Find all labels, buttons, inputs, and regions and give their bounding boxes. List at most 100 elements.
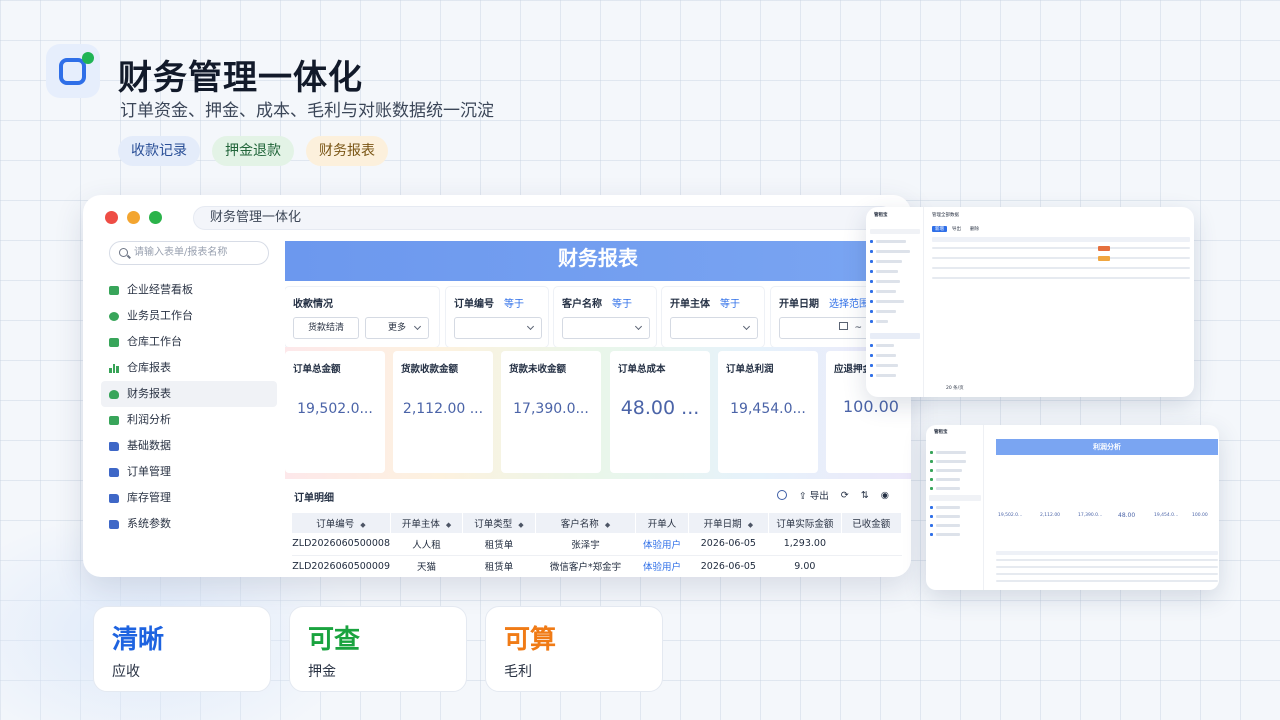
stat-label: 订单总金额 xyxy=(293,364,341,375)
table-cell: ZLD2026060500009 xyxy=(292,555,391,577)
sidebar-search-input[interactable]: 请输入表单/报表名称 xyxy=(109,241,269,265)
stat-value: 19,502.0... xyxy=(297,401,373,417)
table-row[interactable]: ZLD2026060500009 天猫 租赁单 微信客户*郑金宇 体验用户 20… xyxy=(292,555,902,577)
filter-label: 收款情况 xyxy=(293,299,333,310)
filter-customer: 客户名称 等于 xyxy=(554,287,656,347)
sidebar-item-system-params[interactable]: 系统参数 xyxy=(101,511,277,537)
order-detail-panel: 订单明细 ⇪ 导出 ⟳ ⇅ ◉ 订单编号 ◆ 开单主体 ◆ 订单类型 ◆ 客户名称 ◆ … xyxy=(285,483,911,577)
sidebar-item-dashboard[interactable]: 企业经营看板 xyxy=(101,277,277,303)
page-title: 财务管理一体化 xyxy=(118,58,363,98)
main-app-window: 财务管理一体化 请输入表单/报表名称 企业经营看板 业务员工作台 仓库工作台 仓… xyxy=(83,195,911,577)
mini-stat-value: 19,502.0... xyxy=(998,513,1023,518)
mini-add-button[interactable]: 新增 xyxy=(932,226,947,232)
minimize-window-button[interactable] xyxy=(127,211,140,224)
sidebar-item-basic-data[interactable]: 基础数据 xyxy=(101,433,277,459)
column-header[interactable]: 订单实际金额 xyxy=(768,513,842,533)
mini-stat-value: 48.00 xyxy=(1118,512,1136,519)
column-header[interactable]: 客户名称 ◆ xyxy=(535,513,637,533)
truck-icon xyxy=(109,337,119,347)
feature-card-receivable: 清晰 应收 xyxy=(93,606,271,692)
sidebar-item-inventory-management[interactable]: 库存管理 xyxy=(101,485,277,511)
stat-value: 2,112.00 ... xyxy=(402,401,484,417)
tag-payment-records[interactable]: 收款记录 xyxy=(118,136,200,166)
mini-stat-value: 17,390.0... xyxy=(1078,513,1103,518)
stat-card: 货款收款金额 2,112.00 ... xyxy=(393,351,493,473)
card-caption: 应收 xyxy=(112,664,140,680)
sidebar-item-profit-analysis[interactable]: 利润分析 xyxy=(101,407,277,433)
entity-select[interactable] xyxy=(670,317,758,339)
search-icon xyxy=(119,248,128,257)
filter-label: 订单编号 xyxy=(454,299,494,310)
table-cell: 2026-06-05 xyxy=(688,533,769,556)
export-button[interactable]: ⇪ 导出 xyxy=(799,488,829,502)
mini-filter-hint: 管理全部数据 xyxy=(932,213,959,218)
sort-icon[interactable]: ⇅ xyxy=(861,490,869,501)
order-no-select[interactable] xyxy=(454,317,542,339)
page-subtitle: 订单资金、押金、成本、毛利与对账数据统一沉淀 xyxy=(120,101,494,121)
logo-square-icon xyxy=(59,58,86,85)
table-cell: 人人租 xyxy=(390,533,463,556)
mini-brand: 管租宝 xyxy=(934,430,948,435)
tag-deposit-refund[interactable]: 押金退款 xyxy=(212,136,294,166)
sort-icon: ◆ xyxy=(445,521,452,529)
settled-button[interactable]: 货款结清 xyxy=(293,317,359,339)
sort-icon: ◆ xyxy=(360,521,366,529)
table-cell: 天猫 xyxy=(390,555,463,577)
mini-sidebar: 管租宝 xyxy=(926,425,984,590)
refresh-icon[interactable]: ⟳ xyxy=(841,490,849,501)
logo-status-dot xyxy=(82,52,94,64)
sidebar-item-label: 仓库报表 xyxy=(127,361,171,374)
filter-operator[interactable]: 等于 xyxy=(720,299,740,310)
sidebar-item-warehouse-workbench[interactable]: 仓库工作台 xyxy=(101,329,277,355)
sidebar-item-label: 财务报表 xyxy=(127,387,171,400)
stat-value: 17,390.0... xyxy=(513,401,589,417)
column-header[interactable]: 订单类型 ◆ xyxy=(462,513,536,533)
more-select[interactable]: 更多 xyxy=(365,317,429,339)
calendar-icon xyxy=(839,322,849,330)
close-window-button[interactable] xyxy=(105,211,118,224)
stat-card: 订单总利润 19,454.0... xyxy=(718,351,818,473)
column-header[interactable]: 开单人 xyxy=(635,513,689,533)
card-headline: 可查 xyxy=(308,625,361,655)
stats-strip: 订单总金额 19,502.0... 货款收款金额 2,112.00 ... 货款未收… xyxy=(285,347,911,479)
filter-operator[interactable]: 选择范围 xyxy=(829,299,869,310)
column-header[interactable]: 开单日期 ◆ xyxy=(688,513,770,533)
eye-icon[interactable]: ◉ xyxy=(881,490,889,501)
user-icon xyxy=(109,311,119,321)
stat-value: 100.00 xyxy=(843,397,899,416)
sidebar-item-warehouse-report[interactable]: 仓库报表 xyxy=(101,355,277,381)
stat-label: 货款收款金额 xyxy=(401,364,459,375)
stat-value: 19,454.0... xyxy=(730,401,806,417)
detail-title: 订单明细 xyxy=(294,493,334,504)
customer-select[interactable] xyxy=(562,317,650,339)
maximize-window-button[interactable] xyxy=(149,211,162,224)
filter-operator[interactable]: 等于 xyxy=(504,299,524,310)
folder-icon xyxy=(109,493,119,503)
table-cell: 租赁单 xyxy=(462,533,536,556)
tag-financial-report[interactable]: 财务报表 xyxy=(306,136,388,166)
filter-label: 开单日期 xyxy=(779,299,819,310)
chevron-down-icon xyxy=(742,322,751,331)
stat-card: 货款未收金额 17,390.0... xyxy=(501,351,601,473)
sidebar: 请输入表单/报表名称 企业经营看板 业务员工作台 仓库工作台 仓库报表 财务报表… xyxy=(101,237,277,577)
table-row[interactable]: ZLD2026060500008 人人租 租赁单 张泽宇 体验用户 2026-0… xyxy=(292,533,902,556)
column-header[interactable]: 已收金额 xyxy=(841,513,903,533)
column-header[interactable]: 开单主体 ◆ xyxy=(390,513,464,533)
filter-operator[interactable]: 等于 xyxy=(612,299,632,310)
filter-label: 客户名称 xyxy=(562,299,602,310)
sidebar-item-order-management[interactable]: 订单管理 xyxy=(101,459,277,485)
user-link[interactable]: 体验用户 xyxy=(635,533,689,556)
mini-delete-button[interactable]: 删除 xyxy=(970,226,979,232)
report-content: 财务报表 收款情况 货款结清 更多 订单编号 等于 客户名称 等于 开单主体 等于 开… xyxy=(285,241,911,577)
table-cell xyxy=(841,533,902,556)
sidebar-item-financial-report[interactable]: 财务报表 xyxy=(101,381,277,407)
detail-toolbar: ⇪ 导出 ⟳ ⇅ ◉ xyxy=(776,488,889,502)
sidebar-item-sales-workbench[interactable]: 业务员工作台 xyxy=(101,303,277,329)
analysis-icon xyxy=(109,415,119,425)
info-icon[interactable] xyxy=(776,490,787,500)
mini-export-button[interactable]: 导出 xyxy=(952,226,961,232)
user-link[interactable]: 体验用户 xyxy=(635,555,689,577)
table-cell: ZLD2026060500008 xyxy=(292,533,391,556)
column-header[interactable]: 订单编号 ◆ xyxy=(292,513,391,533)
chevron-down-icon xyxy=(526,322,535,331)
